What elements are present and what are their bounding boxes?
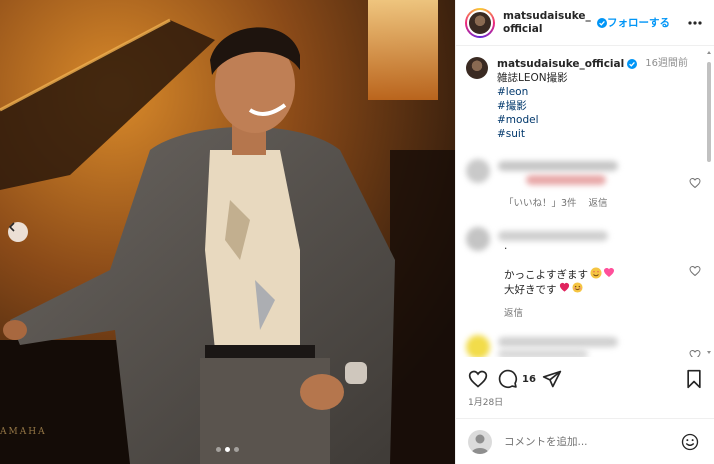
caption-avatar[interactable] bbox=[466, 57, 488, 79]
instagram-post-modal: AMAHA matsudaisuke_official フォローする matsu… bbox=[0, 0, 714, 464]
comment-bubble-icon[interactable] bbox=[498, 369, 518, 389]
comment-dot: . bbox=[504, 240, 508, 252]
caption-timestamp: 16週間前 bbox=[645, 58, 688, 69]
hashtag-link[interactable]: #leon bbox=[497, 85, 688, 99]
blurred-comment-text bbox=[526, 175, 606, 185]
hashtag-link[interactable]: #suit bbox=[497, 127, 688, 141]
blurred-username bbox=[498, 161, 618, 171]
blurred-username bbox=[498, 337, 618, 347]
add-comment-bar bbox=[456, 418, 714, 464]
reply-button[interactable]: 返信 bbox=[504, 305, 523, 319]
post-photo[interactable]: AMAHA bbox=[0, 0, 455, 464]
comment-like-heart-icon[interactable] bbox=[689, 349, 701, 357]
red-heart-emoji-icon bbox=[559, 282, 570, 298]
like-heart-icon[interactable] bbox=[468, 369, 488, 389]
hashtag-link[interactable]: #撮影 bbox=[497, 99, 688, 113]
carousel-dot-active bbox=[225, 447, 230, 452]
add-comment-input[interactable] bbox=[504, 432, 654, 452]
blurred-avatar bbox=[466, 335, 490, 357]
post-caption: matsudaisuke_official 16週間前 雑誌LEON撮影 #le… bbox=[466, 57, 706, 141]
more-options-icon[interactable] bbox=[687, 17, 703, 29]
carousel-dot bbox=[234, 447, 239, 452]
comment-text-line: かっこよすぎます bbox=[504, 269, 588, 281]
follow-button[interactable]: フォローする bbox=[597, 15, 670, 30]
header-username[interactable]: matsudaisuke_official bbox=[503, 10, 595, 36]
comment-likes-count[interactable]: 「いいね！」3件 bbox=[504, 195, 577, 209]
blurred-avatar bbox=[466, 159, 490, 183]
current-user-avatar bbox=[468, 430, 492, 454]
smiling-face-emoji-icon bbox=[571, 282, 583, 298]
comment-like-heart-icon[interactable] bbox=[689, 265, 701, 277]
blurred-avatar bbox=[466, 227, 490, 251]
comment-item: . かっこよすぎます 大好きです 返信 bbox=[466, 225, 701, 325]
save-bookmark-icon[interactable] bbox=[684, 369, 704, 389]
comments-scroll-area[interactable]: matsudaisuke_official 16週間前 雑誌LEON撮影 #le… bbox=[456, 47, 714, 357]
blurred-username bbox=[498, 231, 608, 241]
heart-eyes-emoji-icon bbox=[590, 267, 602, 284]
profile-avatar-ring[interactable] bbox=[465, 7, 495, 38]
carousel-dot bbox=[216, 447, 221, 452]
avatar bbox=[467, 9, 493, 36]
comment-item: 「いいね！」3件 返信 bbox=[466, 157, 701, 217]
post-header: matsudaisuke_official フォローする bbox=[456, 0, 714, 46]
comment-text-line: 大好きです bbox=[504, 283, 557, 296]
piano-brand-text: AMAHA bbox=[0, 427, 47, 437]
sparkle-hearts-emoji-icon bbox=[603, 267, 615, 284]
carousel-indicator bbox=[0, 447, 455, 452]
scrollbar-thumb[interactable] bbox=[707, 62, 711, 162]
verified-badge-icon bbox=[597, 17, 607, 28]
comment-count: 16 bbox=[522, 374, 536, 385]
post-date[interactable]: 1月28日 bbox=[468, 395, 503, 408]
caption-text: 雑誌LEON撮影 bbox=[497, 72, 568, 84]
comment-item bbox=[466, 333, 701, 357]
share-paper-plane-icon[interactable] bbox=[542, 369, 562, 389]
follow-label: フォローする bbox=[607, 17, 670, 29]
verified-badge-icon bbox=[627, 59, 638, 69]
hashtag-link[interactable]: #model bbox=[497, 113, 688, 127]
previous-image-button[interactable] bbox=[8, 222, 28, 242]
photo-illustration bbox=[0, 0, 455, 464]
caption-username[interactable]: matsudaisuke_official bbox=[497, 57, 624, 71]
blurred-comment-text bbox=[498, 349, 588, 357]
post-side-panel: matsudaisuke_official フォローする matsudaisuk… bbox=[455, 0, 714, 464]
reply-button[interactable]: 返信 bbox=[589, 195, 608, 209]
comment-like-heart-icon[interactable] bbox=[689, 177, 701, 189]
post-actions-bar: 16 bbox=[456, 362, 714, 396]
emoji-picker-icon[interactable] bbox=[681, 433, 699, 451]
